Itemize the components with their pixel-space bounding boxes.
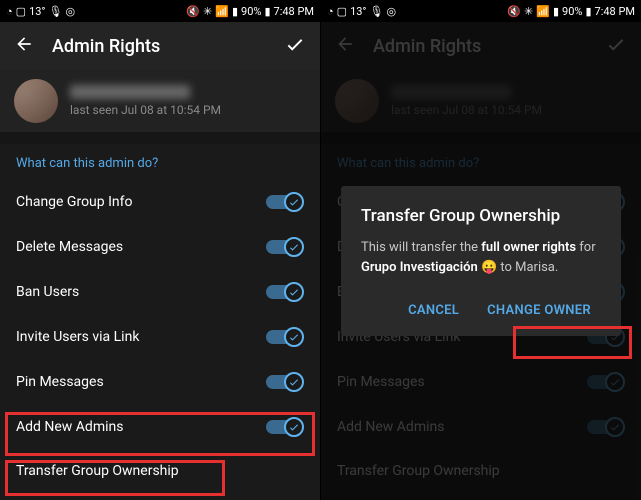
toggle[interactable] bbox=[266, 237, 304, 257]
temp: 13° bbox=[29, 5, 45, 18]
steam-icon: ◔ bbox=[327, 5, 334, 18]
profile-name-blurred bbox=[70, 85, 190, 99]
mute-icon: 🔇 bbox=[507, 5, 521, 18]
perm-delete-messages[interactable]: Delete Messages bbox=[0, 224, 320, 269]
perm-invite-users[interactable]: Invite Users via Link bbox=[0, 314, 320, 359]
battery-icon: ▮ bbox=[264, 5, 270, 18]
vibrate-icon: ✳ bbox=[203, 5, 212, 18]
vibrate-icon: ✳ bbox=[524, 5, 533, 18]
section-title: What can this admin do? bbox=[0, 144, 320, 179]
toggle[interactable] bbox=[266, 372, 304, 392]
toggle[interactable] bbox=[266, 282, 304, 302]
perm-pin-messages[interactable]: Pin Messages bbox=[0, 359, 320, 404]
back-icon[interactable] bbox=[14, 34, 34, 58]
battery-pct: 90% bbox=[562, 5, 582, 18]
last-seen: last seen Jul 08 at 10:54 PM bbox=[70, 103, 221, 117]
perm-add-new-admins[interactable]: Add New Admins bbox=[0, 404, 320, 449]
app-header: Admin Rights bbox=[0, 22, 320, 70]
status-bar: ◔ ▢ 13° 🎙 ◎ 🔇 ✳ 📶 ▮ 90% ▮ 7:48 PM bbox=[321, 0, 641, 22]
mute-icon: 🔇 bbox=[186, 5, 200, 18]
toggle[interactable] bbox=[266, 192, 304, 212]
clock: 7:48 PM bbox=[595, 5, 635, 18]
page-title: Admin Rights bbox=[52, 36, 266, 57]
modal-overlay: Transfer Group Ownership This will trans… bbox=[321, 22, 641, 500]
dialog-body: This will transfer the full owner rights… bbox=[361, 238, 601, 277]
cancel-button[interactable]: CANCEL bbox=[398, 295, 469, 326]
perm-label: Invite Users via Link bbox=[16, 329, 139, 345]
phone-right: ◔ ▢ 13° 🎙 ◎ 🔇 ✳ 📶 ▮ 90% ▮ 7:48 PM Admin … bbox=[321, 0, 641, 500]
perm-label: Pin Messages bbox=[16, 374, 104, 390]
cast-icon: ▢ bbox=[16, 5, 26, 18]
battery-pct: 90% bbox=[241, 5, 261, 18]
confirm-icon[interactable] bbox=[284, 33, 306, 59]
signal-icon: ▮ bbox=[232, 5, 238, 18]
mic-icon: 🎙 bbox=[370, 5, 384, 18]
battery-icon: ▮ bbox=[585, 5, 591, 18]
clock: 7:48 PM bbox=[274, 5, 314, 18]
perm-label: Add New Admins bbox=[16, 419, 123, 435]
wifi-icon: 📶 bbox=[536, 5, 550, 18]
perm-label: Change Group Info bbox=[16, 194, 133, 210]
perm-label: Delete Messages bbox=[16, 239, 123, 255]
steam-icon: ◔ bbox=[6, 5, 13, 18]
spacer bbox=[0, 132, 320, 144]
mic-icon: 🎙 bbox=[49, 5, 63, 18]
transfer-label: Transfer Group Ownership bbox=[16, 463, 179, 479]
perm-change-group-info[interactable]: Change Group Info bbox=[0, 179, 320, 224]
transfer-ownership-row[interactable]: Transfer Group Ownership bbox=[0, 449, 320, 493]
wifi-icon: 📶 bbox=[215, 5, 229, 18]
avatar bbox=[14, 79, 58, 123]
phone-left: ◔ ▢ 13° 🎙 ◎ 🔇 ✳ 📶 ▮ 90% ▮ 7:48 PM Admin … bbox=[0, 0, 320, 500]
temp: 13° bbox=[350, 5, 366, 18]
perm-ban-users[interactable]: Ban Users bbox=[0, 269, 320, 314]
dialog-title: Transfer Group Ownership bbox=[361, 206, 601, 226]
cast-icon: ▢ bbox=[337, 5, 347, 18]
change-owner-button[interactable]: CHANGE OWNER bbox=[477, 295, 601, 326]
status-bar: ◔ ▢ 13° 🎙 ◎ 🔇 ✳ 📶 ▮ 90% ▮ 7:48 PM bbox=[0, 0, 320, 22]
toggle[interactable] bbox=[266, 417, 304, 437]
transfer-dialog: Transfer Group Ownership This will trans… bbox=[341, 186, 621, 336]
profile-row[interactable]: last seen Jul 08 at 10:54 PM bbox=[0, 70, 320, 132]
signal-icon: ▮ bbox=[553, 5, 559, 18]
target-icon: ◎ bbox=[387, 5, 397, 18]
target-icon: ◎ bbox=[66, 5, 76, 18]
perm-label: Ban Users bbox=[16, 284, 79, 300]
toggle[interactable] bbox=[266, 327, 304, 347]
